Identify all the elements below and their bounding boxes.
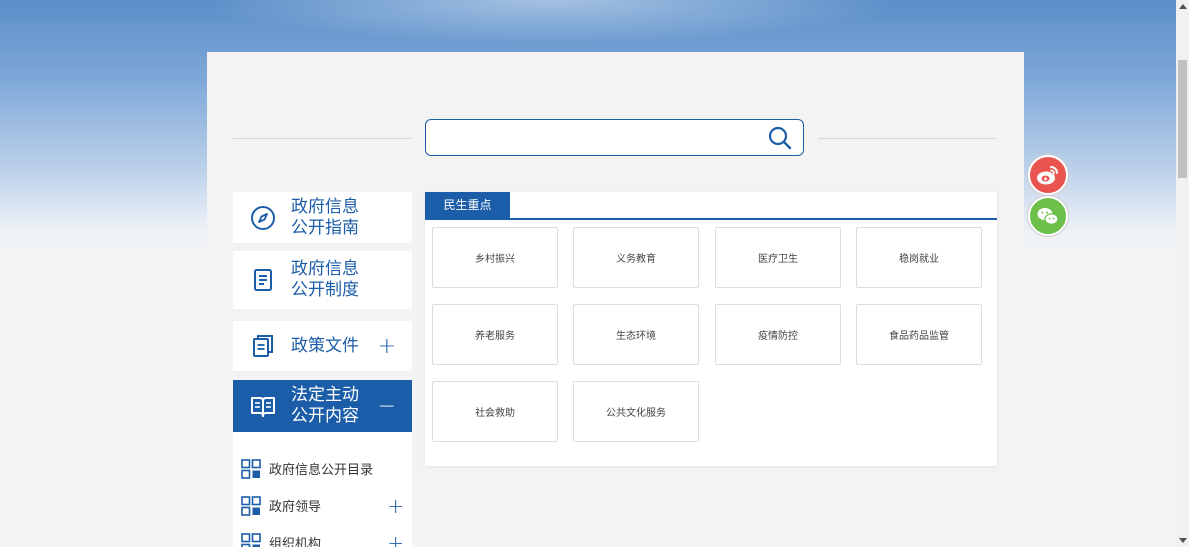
scrollbar-thumb[interactable] bbox=[1178, 60, 1187, 178]
scroll-down-arrow-icon[interactable] bbox=[1179, 538, 1187, 543]
sidebar-item-disclosure-guide[interactable]: 政府信息 公开指南 bbox=[233, 192, 412, 243]
sidebar-item-label: 法定主动 公开内容 bbox=[291, 385, 359, 426]
expand-plus-icon[interactable]: + bbox=[387, 531, 404, 547]
expand-plus-icon[interactable]: + bbox=[378, 334, 396, 359]
tab-bar: 民生重点 bbox=[425, 192, 997, 220]
sidebar-item-label: 政策文件 bbox=[291, 335, 359, 356]
sidebar-item-policy-documents[interactable]: 政策文件 + bbox=[233, 321, 412, 371]
tile-ecology[interactable]: 生态环境 bbox=[573, 304, 699, 365]
grid-icon bbox=[241, 532, 261, 547]
sidebar-item-label: 政府信息 公开指南 bbox=[291, 196, 359, 238]
tile-employment[interactable]: 稳岗就业 bbox=[856, 227, 982, 288]
search-input[interactable] bbox=[425, 119, 804, 156]
grid-icon bbox=[241, 458, 261, 479]
weibo-icon bbox=[1037, 166, 1058, 185]
weibo-share-button[interactable] bbox=[1028, 155, 1068, 195]
submenu-item-organization[interactable]: 组织机构 + bbox=[233, 524, 412, 547]
tile-rural-revitalization[interactable]: 乡村振兴 bbox=[432, 227, 558, 288]
submenu-item-government-leaders[interactable]: 政府领导 + bbox=[233, 487, 412, 524]
sidebar-item-label: 政府信息 公开制度 bbox=[291, 259, 359, 300]
expand-plus-icon[interactable]: + bbox=[387, 494, 404, 518]
scroll-up-arrow-icon[interactable] bbox=[1179, 4, 1187, 9]
tile-elderly-care[interactable]: 养老服务 bbox=[432, 304, 558, 365]
tile-public-culture[interactable]: 公共文化服务 bbox=[573, 381, 699, 442]
grid-icon bbox=[241, 495, 261, 516]
search-divider-right bbox=[818, 138, 997, 139]
sidebar-item-mandatory-disclosure[interactable]: 法定主动 公开内容 − bbox=[233, 380, 412, 432]
tile-epidemic-control[interactable]: 疫情防控 bbox=[715, 304, 841, 365]
sidebar-item-disclosure-system[interactable]: 政府信息 公开制度 bbox=[233, 251, 412, 309]
tile-food-drug-supervision[interactable]: 食品药品监管 bbox=[856, 304, 982, 365]
document-list-icon bbox=[254, 269, 272, 291]
compass-icon bbox=[251, 205, 275, 230]
open-book-icon bbox=[251, 397, 275, 417]
submenu-mandatory-disclosure: 政府信息公开目录 政府领导 + 组织机构 + bbox=[233, 432, 412, 547]
vertical-scrollbar[interactable] bbox=[1176, 0, 1189, 547]
search-icon[interactable] bbox=[767, 125, 793, 151]
livelihood-panel: 民生重点 乡村振兴 义务教育 医疗卫生 稳岗就业 养老服务 生态环境 疫情防控 … bbox=[425, 192, 997, 466]
tile-medical-health[interactable]: 医疗卫生 bbox=[715, 227, 841, 288]
tile-social-assistance[interactable]: 社会救助 bbox=[432, 381, 558, 442]
wechat-icon bbox=[1037, 208, 1059, 225]
search-divider-left bbox=[233, 138, 411, 139]
wechat-share-button[interactable] bbox=[1028, 196, 1068, 236]
submenu-item-disclosure-catalog[interactable]: 政府信息公开目录 bbox=[233, 450, 412, 487]
collapse-minus-icon[interactable]: − bbox=[378, 394, 396, 419]
header-cloud-decoration bbox=[200, 0, 900, 45]
tile-compulsory-education[interactable]: 义务教育 bbox=[573, 227, 699, 288]
tab-livelihood[interactable]: 民生重点 bbox=[425, 192, 510, 218]
documents-icon bbox=[253, 335, 273, 357]
